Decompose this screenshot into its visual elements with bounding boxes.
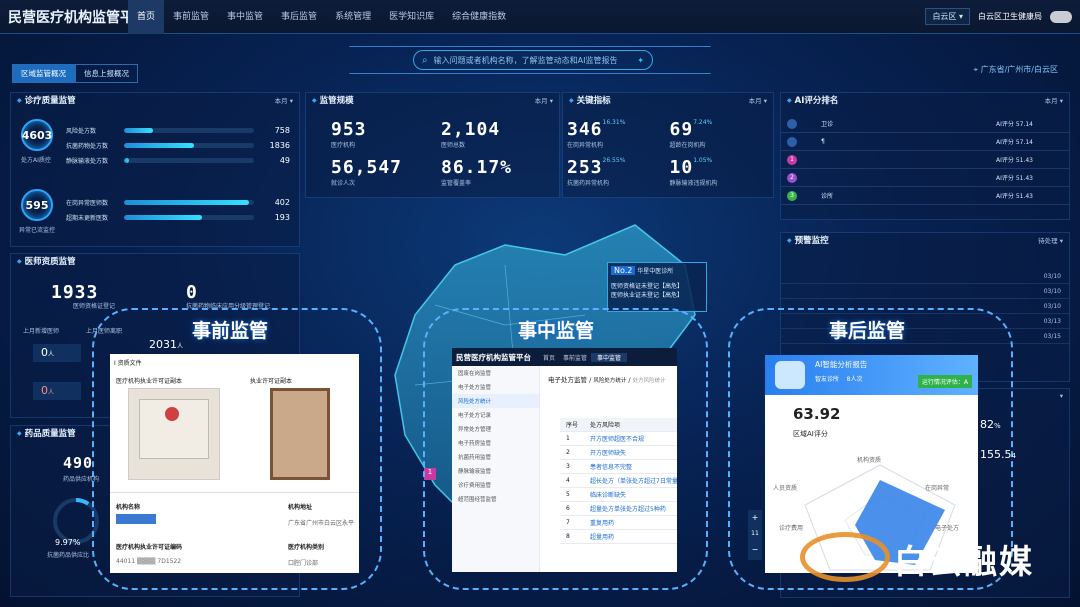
- table-row[interactable]: 5 临床诊断缺失: [560, 487, 677, 502]
- tab-region[interactable]: 区域监管概况: [12, 64, 75, 83]
- kpi-stat: 101.05% 静脉输液违规机构: [669, 157, 718, 187]
- rank-row[interactable]: 卫诊 AI评分 57.14: [781, 115, 1069, 133]
- nav-item[interactable]: 综合健康指数: [443, 0, 515, 34]
- metric-row: 抗菌药物处方数 1836: [66, 141, 290, 150]
- nav-item[interactable]: 事后监管: [272, 0, 326, 34]
- watermark-logo-icon: [800, 532, 890, 582]
- app-title: 民营医疗机构监管平台: [8, 9, 148, 26]
- side-menu-item[interactable]: 风险处方统计: [452, 394, 539, 408]
- kpi-stat: 697.24% 超龄在岗机构: [669, 119, 713, 149]
- pre-card: I 资质文件 医疗机构执业许可证副本 执业许可证副本 机构名称 机构地址 广东省…: [110, 354, 359, 573]
- ai-rank-panel: AI评分排名本月 ▾ 卫诊AI评分 57.14¶AI评分 57.141AI评分 …: [780, 92, 1070, 220]
- rank-row[interactable]: ¶ AI评分 57.14: [781, 133, 1069, 151]
- evaluation-badge[interactable]: 运行情况评估：A: [917, 375, 972, 388]
- ai-icon[interactable]: ✦: [637, 56, 644, 65]
- tab-report[interactable]: 信息上报概况: [75, 64, 138, 83]
- scale-stat: 953 医疗机构: [331, 119, 367, 149]
- mid-card: 民营医疗机构监管平台 首页 事前监管 事中监管 固废在岗监管 电子处方监管 风险处方…: [452, 348, 677, 572]
- kpi-stat: 25326.55% 抗菌药异常机构: [567, 157, 626, 187]
- nav-item[interactable]: 事前监管: [164, 0, 218, 34]
- scale-stat: 56,547 就诊人次: [331, 157, 403, 187]
- table-row[interactable]: 2 开方医师缺失: [560, 445, 677, 460]
- side-percent: 82%: [980, 418, 1001, 431]
- table-row[interactable]: 7 重复用药: [560, 515, 677, 530]
- top-bar: 民营医疗机构监管平台 首页 事前监管 事中监管 事后监管 系统管理 医学知识库 综合健康指数…: [0, 0, 1080, 34]
- license-image: [128, 388, 220, 480]
- side-menu-item[interactable]: 电子处方监管: [452, 380, 539, 394]
- quality-panel: 诊疗质量监管本月 ▾ 4603 处方AI质控 595 异常已流监控 风险处方数7…: [10, 92, 300, 247]
- license-photo: [270, 388, 330, 480]
- nav-item[interactable]: 医学知识库: [380, 0, 443, 34]
- metric-row: 静脉输液处方数 49: [66, 156, 290, 165]
- nav-item[interactable]: 系统管理: [326, 0, 380, 34]
- scale-stat: 2,104 医师总数: [441, 119, 501, 149]
- post-title: 事后监管: [829, 320, 906, 342]
- nav-item[interactable]: 首页: [128, 0, 165, 34]
- org-name: 白云区卫生健康局: [978, 12, 1042, 21]
- scale-stat: 86.17% 监管覆盖率: [441, 157, 513, 187]
- side-menu-item[interactable]: 异常处方管理: [452, 422, 539, 436]
- metric-row: 超期未更新医数 193: [66, 213, 290, 222]
- rank-row[interactable]: 1 AI评分 51.43: [781, 151, 1069, 169]
- rank-row[interactable]: 2 AI评分 51.43: [781, 169, 1069, 187]
- table-row[interactable]: 4 超长处方（单张处方超过7日常量）: [560, 473, 677, 488]
- map-popup: No.2 华星中医诊所 医师资格证未登记【高危】 医师执业证未登记【高危】: [607, 262, 707, 312]
- side-menu-item[interactable]: 静脉输液监管: [452, 464, 539, 478]
- robot-icon: [775, 361, 805, 389]
- search-input[interactable]: ⌕ 输入问题或者机构名称，了解监管动态和AI监管报告 ✦: [413, 50, 653, 70]
- side-menu-item[interactable]: 电子处方记录: [452, 408, 539, 422]
- side-menu-item[interactable]: 诊疗费用监管: [452, 478, 539, 492]
- side-menu-item[interactable]: 超范围经营监管: [452, 492, 539, 506]
- scale-panel: 监管规模本月 ▾ 953医疗机构2,104医师总数56,547就诊人次86.17…: [305, 92, 560, 198]
- overview-tabs: 区域监管概况 信息上报概况: [12, 64, 138, 83]
- watermark-text: 白云融媒: [894, 542, 1034, 581]
- side-menu-item[interactable]: 电子药房监管: [452, 436, 539, 450]
- panel-title: 诊疗质量监管: [17, 94, 76, 106]
- avatar[interactable]: [1050, 10, 1072, 23]
- nav-item[interactable]: 事中监管: [218, 0, 272, 34]
- search-icon: ⌕: [422, 54, 428, 66]
- region-select[interactable]: 白云区 ▾: [925, 8, 970, 25]
- main-nav: 首页 事前监管 事中监管 事后监管 系统管理 医学知识库 综合健康指数: [128, 0, 515, 34]
- side-menu-item[interactable]: 抗菌药用监管: [452, 450, 539, 464]
- pre-title: 事前监管: [192, 320, 269, 342]
- metric-row: 在岗异常医师数 402: [66, 198, 290, 207]
- kpi-panel: 关键指标本月 ▾ 34616.31%在岗异常机构697.24%超龄在岗机构253…: [562, 92, 774, 198]
- table-row[interactable]: 8 超量用药: [560, 529, 677, 544]
- table-row[interactable]: 3 患者信息不完整: [560, 459, 677, 474]
- table-row[interactable]: 1 开方医师超医不合规: [560, 431, 677, 446]
- warning-row[interactable]: 03/10: [781, 284, 1069, 299]
- rank-row[interactable]: 3 诊所 AI评分 51.43: [781, 187, 1069, 205]
- side-value: 155.54: [980, 448, 1016, 461]
- mid-title: 事中监管: [518, 320, 595, 342]
- abnormal-ring: 595: [21, 189, 53, 221]
- period-select[interactable]: 本月 ▾: [275, 95, 293, 105]
- warning-row[interactable]: 03/10: [781, 269, 1069, 284]
- location-breadcrumb[interactable]: ⌖ 广东省/广州市/白云区: [974, 64, 1058, 75]
- prescription-ring: 4603: [21, 119, 53, 151]
- side-menu-item[interactable]: 固废在岗监管: [452, 366, 539, 380]
- dashboard: 民营医疗机构监管平台 首页 事前监管 事中监管 事后监管 系统管理 医学知识库 综合健康指数…: [0, 0, 1080, 607]
- table-row[interactable]: 6 超量处方单张处方超过5种药: [560, 501, 677, 516]
- kpi-stat: 34616.31% 在岗异常机构: [567, 119, 626, 149]
- metric-row: 风险处方数 758: [66, 126, 290, 135]
